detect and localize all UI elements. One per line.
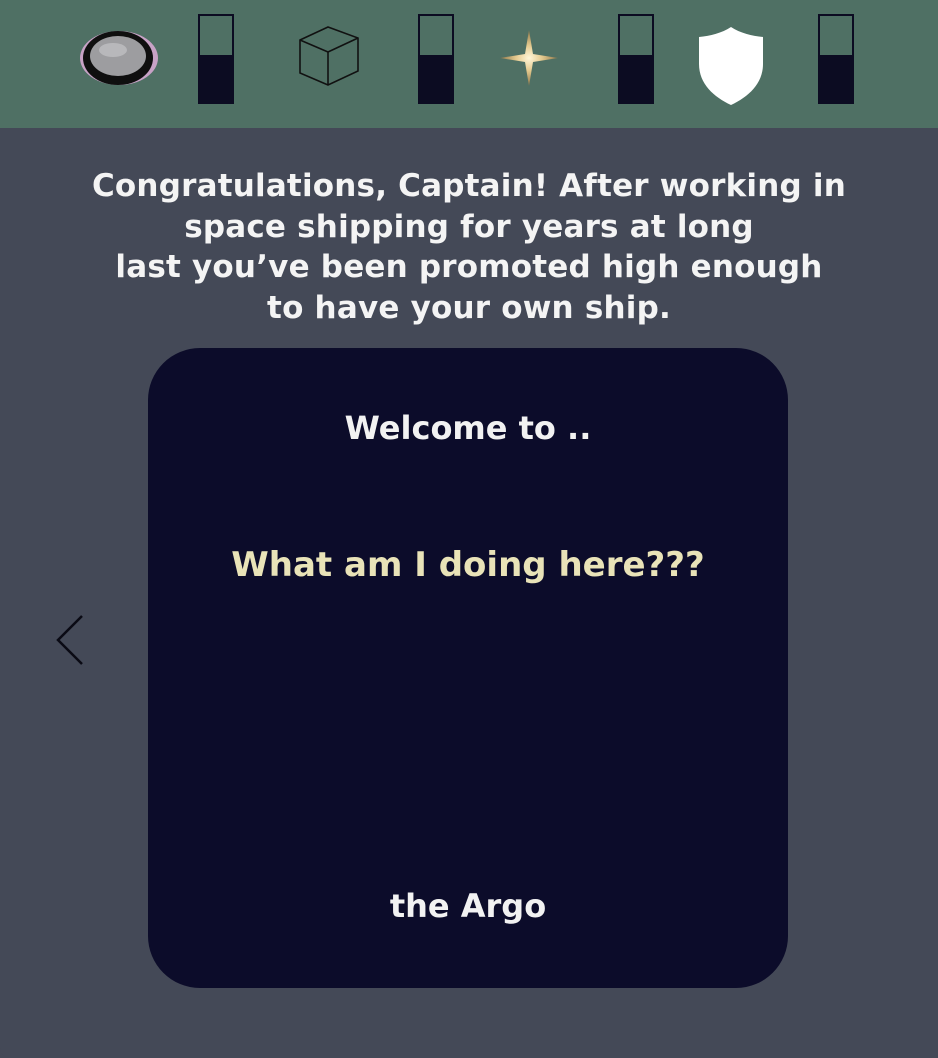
crew-pod-icon [80, 31, 158, 85]
cargo-meter-fill [420, 54, 452, 102]
crew-meter [198, 14, 234, 104]
card-heading: Welcome to .. [344, 409, 592, 447]
shield-meter-fill [820, 54, 852, 102]
shield-stat [698, 26, 764, 110]
energy-meter [618, 14, 654, 104]
crew-meter-fill [200, 54, 232, 102]
card-question: What am I doing here??? [231, 545, 705, 585]
cargo-cube-icon [299, 26, 359, 86]
story-text: Congratulations, Captain! After working … [91, 168, 847, 326]
shield-meter [818, 14, 854, 104]
event-card[interactable]: Welcome to .. What am I doing here??? th… [148, 348, 788, 988]
card-ship-name: the Argo [389, 887, 547, 925]
cargo-stat [296, 24, 362, 92]
stats-bar [0, 0, 938, 128]
energy-meter-fill [620, 54, 652, 102]
game-screen: Congratulations, Captain! After working … [0, 0, 938, 1058]
star-icon [500, 30, 558, 86]
crew-stat [78, 28, 160, 92]
cargo-meter [418, 14, 454, 104]
shield-icon [699, 27, 763, 105]
energy-stat [498, 28, 560, 92]
previous-arrow-icon[interactable] [52, 612, 92, 668]
